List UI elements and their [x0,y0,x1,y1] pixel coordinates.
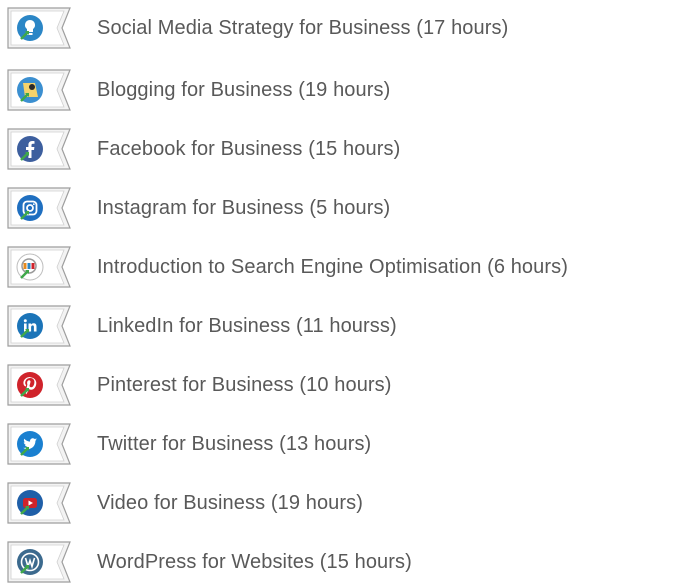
course-badge [6,304,72,348]
course-label: Video for Business (19 hours) [97,492,364,514]
course-badge [6,186,72,230]
course-label: Facebook for Business (15 hours) [97,138,401,160]
course-label: Instagram for Business (5 hours) [97,197,391,219]
course-label: Blogging for Business (19 hours) [97,79,391,101]
course-item-linkedin[interactable]: LinkedIn for Business (11 hourss) [0,304,688,348]
course-item-social-media-strategy[interactable]: Social Media Strategy for Business (17 h… [0,6,688,50]
facebook-icon [15,134,45,164]
course-badge [6,245,72,289]
course-badge [6,422,72,466]
twitter-icon [15,429,45,459]
instagram-icon [15,193,45,223]
course-label: Introduction to Search Engine Optimisati… [97,256,569,278]
course-item-blogging[interactable]: Blogging for Business (19 hours) [0,68,688,112]
course-label: WordPress for Websites (15 hours) [97,551,412,573]
course-badge [6,6,72,50]
pinterest-icon [15,370,45,400]
course-list: Social Media Strategy for Business (17 h… [0,0,688,583]
course-label: Social Media Strategy for Business (17 h… [97,17,509,39]
youtube-icon [15,488,45,518]
course-label: Pinterest for Business (10 hours) [97,374,392,396]
course-item-twitter[interactable]: Twitter for Business (13 hours) [0,422,688,466]
wordpress-icon [15,547,45,577]
course-badge [6,127,72,171]
course-badge [6,481,72,525]
linkedin-icon [15,311,45,341]
course-badge [6,363,72,407]
course-label: LinkedIn for Business (11 hourss) [97,315,397,337]
blogging-person-icon [15,75,45,105]
lightbulb-icon [15,13,45,43]
course-label: Twitter for Business (13 hours) [97,433,372,455]
course-badge [6,68,72,112]
seo-magnifier-icon [15,252,45,282]
course-badge [6,540,72,584]
course-item-seo[interactable]: Introduction to Search Engine Optimisati… [0,245,688,289]
course-item-pinterest[interactable]: Pinterest for Business (10 hours) [0,363,688,407]
course-item-wordpress[interactable]: WordPress for Websites (15 hours) [0,540,688,584]
course-item-instagram[interactable]: Instagram for Business (5 hours) [0,186,688,230]
course-item-video[interactable]: Video for Business (19 hours) [0,481,688,525]
course-item-facebook[interactable]: Facebook for Business (15 hours) [0,127,688,171]
